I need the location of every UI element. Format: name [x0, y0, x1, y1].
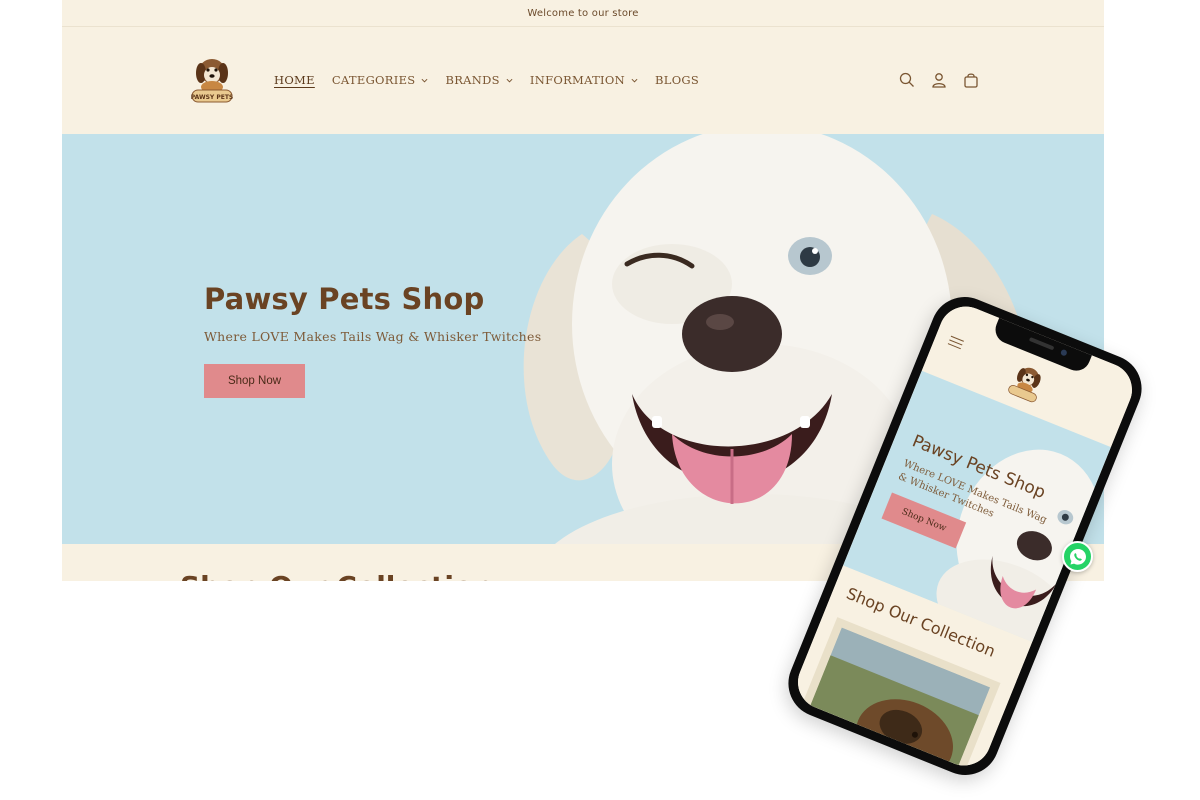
hero-subtitle: Where LOVE Makes Tails Wag & Whisker Twi…	[204, 329, 542, 344]
main-nav: HOME CATEGORIES BRANDS INFORMATION BLOGS	[274, 73, 716, 87]
collection-title: Shop Our Collection	[180, 570, 493, 581]
svg-text:PAWSY PETS: PAWSY PETS	[191, 94, 234, 101]
nav-item-blogs[interactable]: BLOGS	[655, 73, 699, 87]
announcement-text: Welcome to our store	[527, 7, 639, 19]
cart-icon[interactable]	[962, 71, 980, 89]
nav-item-brands[interactable]: BRANDS	[445, 73, 513, 87]
nav-label: INFORMATION	[529, 73, 625, 87]
logo-icon: PAWSY PETS	[191, 59, 234, 103]
nav-label: BLOGS	[655, 73, 700, 87]
hero-title: Pawsy Pets Shop	[204, 282, 485, 316]
nav-item-information[interactable]: INFORMATION	[530, 73, 638, 87]
chevron-down-icon	[631, 78, 638, 82]
shop-now-button[interactable]: Shop Now	[204, 364, 305, 398]
nav-label: CATEGORIES	[331, 73, 416, 87]
mobile-logo-icon[interactable]	[1002, 355, 1053, 408]
chevron-down-icon	[506, 78, 513, 82]
whatsapp-icon[interactable]	[1062, 541, 1093, 572]
nav-item-home[interactable]: HOME	[274, 73, 315, 87]
nav-label: HOME	[274, 73, 315, 87]
front-camera	[1059, 348, 1068, 357]
announcement-bar: Welcome to our store	[62, 0, 1104, 27]
header-icons	[898, 71, 980, 89]
search-icon[interactable]	[898, 71, 916, 89]
pawsy-pets-dog-logo[interactable]: PAWSY PETS	[186, 51, 238, 107]
speaker-grille	[1028, 336, 1055, 351]
site-header: PAWSY PETS HOME CATEGORIES BRANDS INFORM…	[62, 27, 1104, 134]
nav-item-categories[interactable]: CATEGORIES	[332, 73, 429, 87]
hamburger-menu-icon[interactable]	[947, 335, 965, 350]
account-icon[interactable]	[930, 71, 948, 89]
chevron-down-icon	[422, 78, 428, 82]
nav-label: BRANDS	[445, 73, 500, 87]
